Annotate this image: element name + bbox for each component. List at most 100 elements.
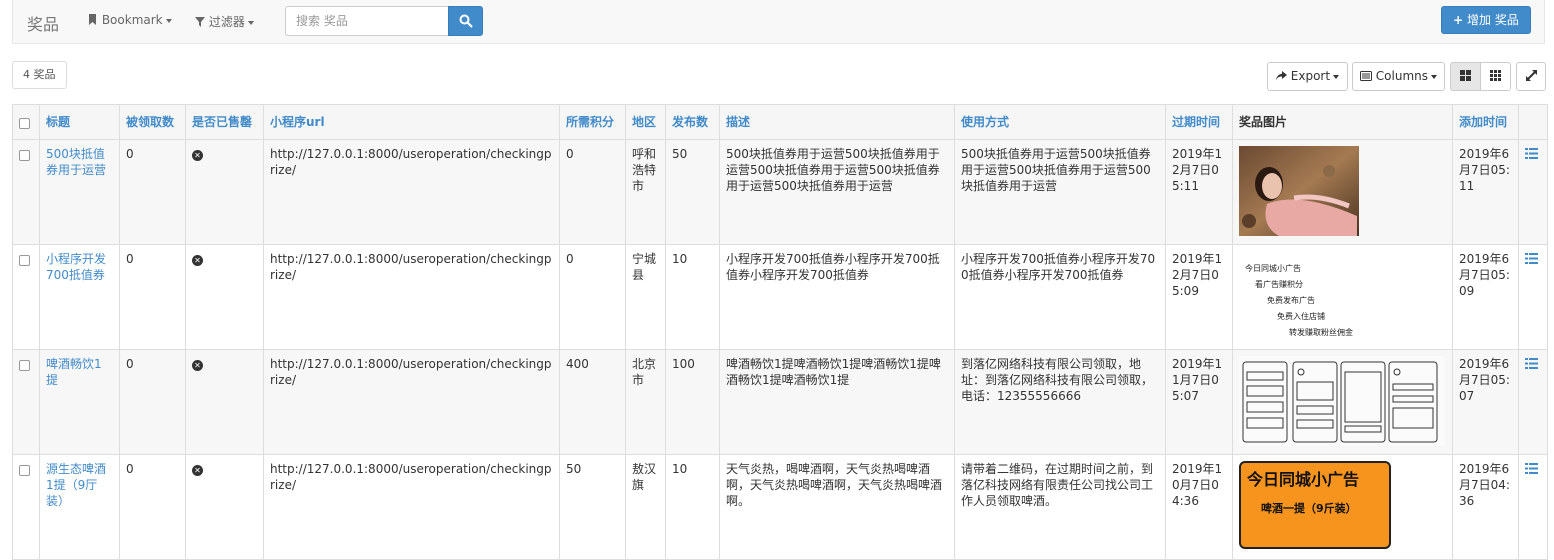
chevron-down-icon [1333,74,1340,79]
banner-subtitle: 啤酒一提（9斤装） [1261,502,1357,515]
row-select-cell[interactable] [12,349,40,455]
row-title-link[interactable]: 小程序开发700抵值券 [46,252,106,282]
fullscreen-button[interactable] [1516,62,1546,91]
row-points: 400 [559,349,626,455]
list-icon[interactable] [1525,463,1538,474]
row-added: 2019年6月7日05:09 [1452,244,1519,350]
row-checkbox[interactable] [19,360,30,371]
header-region[interactable]: 地区 [625,104,666,140]
chevron-down-icon [165,18,172,23]
row-expire: 2019年12月7日05:09 [1165,244,1233,350]
add-prize-button[interactable]: + 增加 奖品 [1441,6,1531,34]
row-usage: 小程序开发700抵值券小程序开发700抵值券小程序开发700抵值券 [954,244,1166,350]
search-button[interactable] [448,6,483,36]
select-all-checkbox[interactable] [19,118,30,129]
row-region: 宁城县 [625,244,666,350]
row-description: 啤酒畅饮1提啤酒畅饮1提啤酒畅饮1提啤酒畅饮1提啤酒畅饮1提 [719,349,955,455]
row-region: 呼和浩特市 [625,139,666,245]
plus-icon: + [1453,13,1464,27]
filter-label: 过滤器 [208,15,245,29]
header-expire[interactable]: 过期时间 [1165,104,1233,140]
header-points[interactable]: 所需积分 [559,104,626,140]
view-large-grid-button[interactable] [1450,62,1481,91]
times-circle-icon: ✕ [192,150,203,161]
row-select-cell[interactable] [12,454,40,560]
list-icon[interactable] [1525,358,1538,369]
row-region: 北京市 [625,349,666,455]
table-row[interactable]: 啤酒畅饮1提 0 ✕ http://127.0.0.1:8000/userope… [12,349,1548,455]
prize-image-line: 今日同城小广告 [1245,264,1301,273]
header-title[interactable]: 标题 [39,104,120,140]
row-claimed: 0 [119,244,186,350]
row-image-cell: 今日同城小广告 啤酒一提（9斤装） [1232,454,1453,560]
row-checkbox[interactable] [19,465,30,476]
row-added: 2019年6月7日05:11 [1452,139,1519,245]
table-header-row: 标题 被领取数 是否已售罄 小程序url 所需积分 地区 发布数 描述 使用方式… [12,104,1548,140]
row-checkbox[interactable] [19,150,30,161]
export-button[interactable]: Export [1267,62,1348,91]
banner-title: 今日同城小广告 [1247,470,1360,489]
list-icon[interactable] [1525,148,1538,159]
row-image-cell [1232,139,1453,245]
header-claimed[interactable]: 被领取数 [119,104,186,140]
row-added: 2019年6月7日05:07 [1452,349,1519,455]
row-expire: 2019年10月7日04:36 [1165,454,1233,560]
row-title-link[interactable]: 500块抵值券用于运营 [46,147,106,177]
row-published: 50 [665,139,720,245]
row-description: 小程序开发700抵值券小程序开发700抵值券小程序开发700抵值券 [719,244,955,350]
th-icon [1490,70,1501,81]
row-checkbox[interactable] [19,255,30,266]
row-select-cell[interactable] [12,139,40,245]
prize-orange-banner[interactable]: 今日同城小广告 啤酒一提（9斤装） [1239,461,1391,549]
row-title-link[interactable]: 啤酒畅饮1提 [46,357,102,387]
header-url[interactable]: 小程序url [263,104,560,140]
select-all-cell[interactable] [12,104,40,140]
prize-image-line: 看广告赚积分 [1255,280,1303,289]
header-usage[interactable]: 使用方式 [954,104,1166,140]
times-circle-icon: ✕ [192,255,203,266]
table-row[interactable]: 小程序开发700抵值券 0 ✕ http://127.0.0.1:8000/us… [12,244,1548,350]
header-image: 奖品图片 [1232,104,1453,140]
row-title-link[interactable]: 源生态啤酒1提（9厅装） [46,462,106,508]
view-small-grid-button[interactable] [1480,62,1511,91]
row-claimed: 0 [119,139,186,245]
row-points: 50 [559,454,626,560]
bookmark-dropdown[interactable]: Bookmark [87,13,172,27]
prize-image-line: 转发赚取粉丝佣金 [1289,328,1353,337]
header-sold-out[interactable]: 是否已售罄 [185,104,264,140]
header-added[interactable]: 添加时间 [1452,104,1519,140]
row-region: 敖汉旗 [625,454,666,560]
search-input[interactable] [285,6,448,36]
list-icon[interactable] [1525,253,1538,264]
table-row[interactable]: 500块抵值券用于运营 0 ✕ http://127.0.0.1:8000/us… [12,139,1548,245]
row-actions-cell [1518,244,1548,350]
row-actions-cell [1518,139,1548,245]
page-brand[interactable]: 奖品 [27,11,59,35]
prize-image-line: 免费发布广告 [1267,296,1315,305]
filter-dropdown[interactable]: 过滤器 [195,13,254,30]
row-usage: 500块抵值券用于运营500块抵值券用于运营500块抵值券用于运营500块抵值券… [954,139,1166,245]
row-expire: 2019年12月7日05:11 [1165,139,1233,245]
table-row[interactable]: 源生态啤酒1提（9厅装） 0 ✕ http://127.0.0.1:8000/u… [12,454,1548,560]
row-claimed: 0 [119,454,186,560]
row-published: 10 [665,454,720,560]
header-description[interactable]: 描述 [719,104,955,140]
row-added: 2019年6月7日04:36 [1452,454,1519,560]
row-published: 10 [665,244,720,350]
list-alt-icon [1359,71,1372,81]
prize-photo[interactable] [1239,146,1359,236]
header-published[interactable]: 发布数 [665,104,720,140]
times-circle-icon: ✕ [192,465,203,476]
row-actions-cell [1518,454,1548,560]
row-url: http://127.0.0.1:8000/useroperation/chec… [263,454,560,560]
prize-wireframe-image[interactable] [1239,356,1445,446]
row-url: http://127.0.0.1:8000/useroperation/chec… [263,349,560,455]
row-points: 0 [559,139,626,245]
th-large-icon [1460,70,1471,81]
columns-button[interactable]: Columns [1352,62,1445,91]
row-select-cell[interactable] [12,244,40,350]
prize-image-text-card[interactable]: 今日同城小广告 看广告赚积分 免费发布广告 免费入住店铺 转发赚取粉丝佣金 [1239,251,1369,341]
header-actions [1518,104,1548,140]
columns-label: Columns [1375,69,1429,83]
top-navbar: 奖品 Bookmark 过滤器 + 增加 奖品 [12,0,1545,44]
